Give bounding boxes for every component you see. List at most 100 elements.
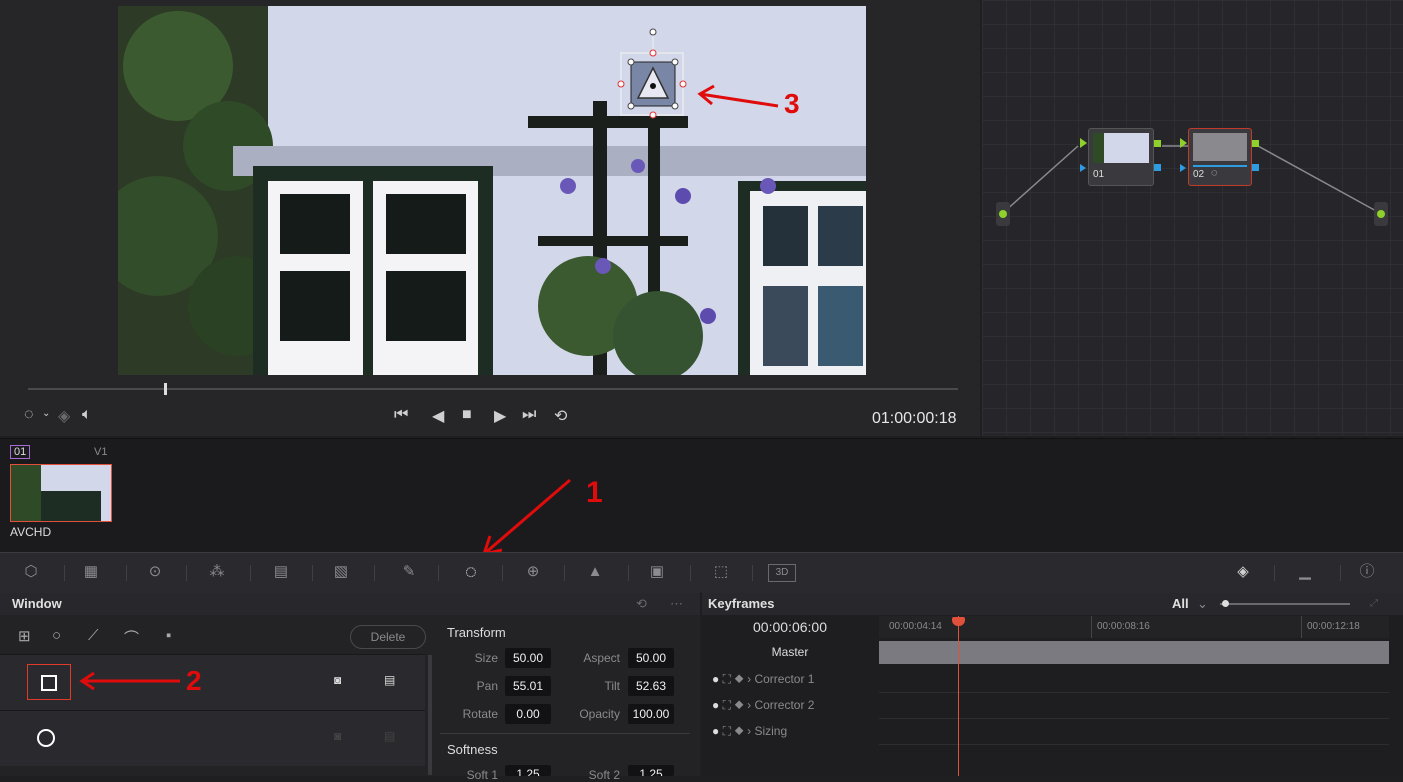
rotate-field[interactable]: 0.00 (505, 704, 551, 724)
polygon-window-add-icon[interactable]: ⟋ (88, 627, 99, 644)
camera-raw-icon[interactable]: ⬡ (20, 561, 42, 583)
skip-forward-icon[interactable]: ⏭︎ (522, 406, 536, 424)
node-graph[interactable]: 01 02 ◌ (982, 0, 1403, 436)
window-row-linear[interactable]: ◙ ▤ (0, 654, 425, 710)
node-02[interactable]: 02 ◌ (1188, 128, 1252, 186)
blur-icon[interactable]: ▲ (584, 561, 606, 583)
size-field[interactable]: 50.00 (505, 648, 551, 668)
layers-icon[interactable]: ◈ (58, 406, 70, 426)
curve-window-add-icon[interactable]: ⌒ (124, 627, 139, 648)
node-02-key-input-icon (1180, 164, 1186, 172)
viewer-playhead[interactable] (164, 383, 167, 395)
color-wheels-icon[interactable]: ⊙ (144, 561, 166, 583)
square-icon (41, 675, 57, 691)
color-match-icon[interactable]: ▦ (80, 561, 102, 583)
expand-icon[interactable]: ⤢ (1370, 593, 1378, 615)
track-divider (879, 692, 1389, 693)
chevron-down-icon[interactable]: ⌄ (42, 408, 50, 419)
lock-icon[interactable]: ⛶ ◆ › (723, 698, 755, 712)
node-01[interactable]: 01 (1088, 128, 1154, 186)
keyframe-track-sizing[interactable]: ● ⛶ ◆ › Sizing (702, 718, 878, 744)
ruler-tick: 00:00:04:14 (889, 621, 942, 632)
graph-input[interactable] (996, 202, 1010, 226)
node-02-input-icon (1180, 138, 1187, 148)
rgb-mixer-icon[interactable]: ⁂ (206, 561, 228, 583)
node-bar (1193, 165, 1247, 167)
aspect-field[interactable]: 50.00 (628, 648, 674, 668)
track-label: Corrector 1 (754, 672, 815, 686)
node-thumbnail (1193, 133, 1247, 161)
reset-icon[interactable]: ⟲ (636, 593, 647, 615)
delete-button[interactable]: Delete (350, 625, 426, 649)
stereo-3d-button[interactable]: 3D (768, 564, 796, 582)
soft2-field[interactable]: 1.25 (628, 765, 674, 776)
motion-effects-icon[interactable]: ▤ (270, 561, 292, 583)
window-tool-icon[interactable]: ◌ (460, 561, 482, 583)
step-back-icon[interactable]: ◀ (432, 406, 444, 426)
mask-icon[interactable]: ▤ (384, 729, 395, 743)
clip-thumbnail[interactable] (10, 464, 112, 522)
window-row-circle[interactable]: ◙ ▤ (0, 710, 425, 766)
play-icon[interactable]: ▶ (494, 406, 506, 426)
tilt-label: Tilt (604, 679, 620, 693)
linear-window-selected[interactable] (27, 664, 71, 700)
annotation-number-1: 1 (586, 476, 603, 509)
track-divider (879, 744, 1389, 745)
track-enable-icon[interactable]: ● (712, 698, 719, 712)
track-enable-icon[interactable]: ● (712, 672, 719, 686)
tracker-icon[interactable]: ⊕ (522, 561, 544, 583)
key-icon[interactable]: ▣ (646, 561, 668, 583)
soft1-field[interactable]: 1.25 (505, 765, 551, 776)
house-photo (118, 6, 866, 375)
size-label: Size (474, 651, 498, 665)
annotation-number-2: 2 (186, 665, 202, 696)
stop-icon[interactable]: ■ (462, 406, 472, 424)
lock-icon[interactable]: ⛶ ◆ › (723, 724, 755, 738)
opacity-field[interactable]: 100.00 (628, 704, 674, 724)
speaker-icon[interactable]: 🔈︎ (82, 406, 92, 424)
keyframe-filter-dropdown[interactable]: All (1172, 593, 1189, 615)
invert-icon[interactable]: ◙ (334, 729, 341, 743)
node-thumbnail (1093, 133, 1149, 163)
more-options-icon[interactable]: ⋯ (670, 593, 683, 615)
gradient-window-add-icon[interactable]: ▪ (166, 627, 171, 644)
sizing-icon[interactable]: ⬚ (710, 561, 732, 583)
zoom-slider[interactable] (1220, 603, 1350, 605)
curves-icon[interactable]: ▧ (330, 561, 352, 583)
qualifier-icon[interactable]: ✎ (398, 561, 420, 583)
circle-icon (37, 729, 55, 747)
mask-icon[interactable]: ▤ (384, 673, 395, 687)
keyframe-track-corrector1[interactable]: ● ⛶ ◆ › Corrector 1 (702, 666, 878, 692)
viewer-scrubber[interactable] (28, 388, 958, 390)
zoom-slider-handle[interactable] (1222, 600, 1229, 607)
viewer-image[interactable] (118, 6, 866, 375)
pan-field[interactable]: 55.01 (505, 676, 551, 696)
window-overlay-icon[interactable]: ◌ (24, 406, 34, 424)
invert-icon[interactable]: ◙ (334, 673, 341, 687)
scrollbar[interactable] (428, 655, 432, 775)
skip-back-icon[interactable]: ⏮︎ (394, 406, 408, 424)
graph-output[interactable] (1374, 202, 1388, 226)
linear-window-add-icon[interactable]: ⊞ (18, 627, 31, 645)
keyframe-track-corrector2[interactable]: ● ⛶ ◆ › Corrector 2 (702, 692, 878, 718)
keyframe-track-master[interactable]: Master (702, 639, 878, 665)
node-01-output-icon (1154, 140, 1161, 147)
node-label: 01 (1093, 169, 1105, 180)
chevron-down-icon[interactable]: ⌄ (1197, 593, 1208, 615)
scopes-icon[interactable]: ▁ (1294, 561, 1316, 583)
palette-toolbar: ⬡ ▦ ⊙ ⁂ ▤ ▧ ✎ ◌ ⊕ ▲ ▣ ⬚ 3D ◈ ▁ ⓘ (0, 552, 1403, 594)
tilt-field[interactable]: 52.63 (628, 676, 674, 696)
track-enable-icon[interactable]: ● (712, 724, 719, 738)
master-track-bar[interactable] (879, 641, 1389, 664)
window-icon: ◌ (1211, 167, 1218, 179)
info-icon[interactable]: ⓘ (1356, 561, 1378, 583)
circle-window-add-icon[interactable]: ○ (52, 627, 61, 644)
lock-icon[interactable]: ⛶ ◆ › (723, 672, 755, 686)
loop-icon[interactable]: ⟲ (554, 406, 567, 426)
soft2-label: Soft 2 (588, 768, 620, 782)
soft1-label: Soft 1 (466, 768, 498, 782)
node-connections (1003, 145, 1379, 213)
clip-name: AVCHD (10, 525, 52, 539)
keyframes-icon[interactable]: ◈ (1232, 561, 1254, 583)
keyframe-playhead[interactable] (958, 616, 959, 776)
